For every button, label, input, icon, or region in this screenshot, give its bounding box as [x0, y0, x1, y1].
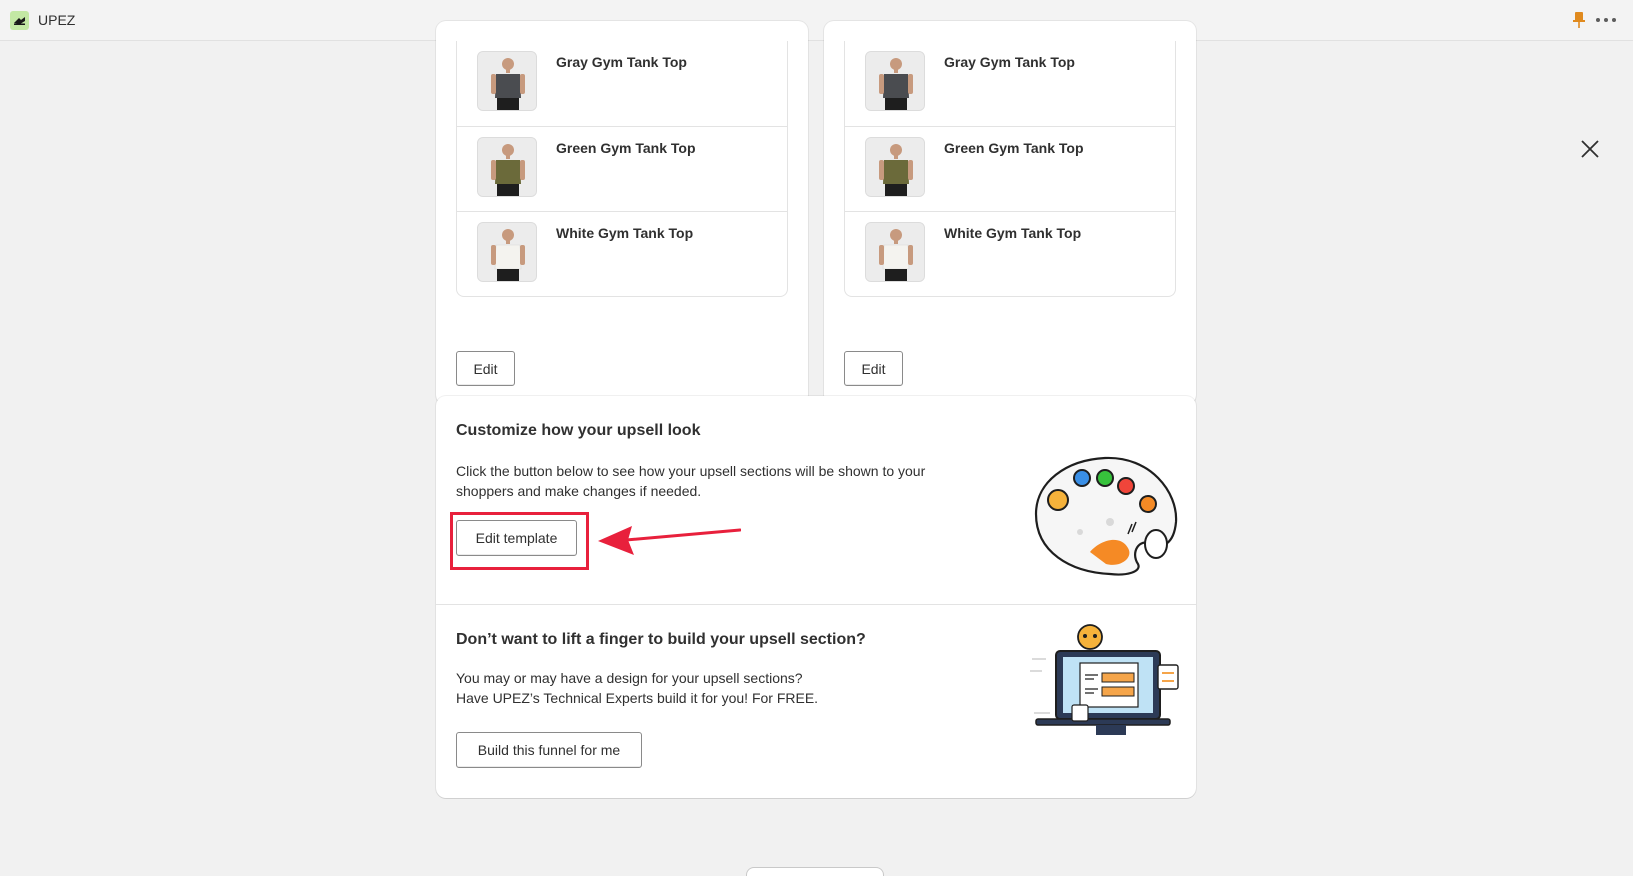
build-line1: You may or may have a design for your up… [456, 670, 803, 686]
upsell-column-card: Gray Gym Tank Top Green Gym Tank Top Whi… [436, 21, 808, 405]
app-header: UPEZ [0, 0, 1633, 41]
shirt-shape [495, 74, 521, 98]
product-list: Gray Gym Tank Top Green Gym Tank Top Whi… [844, 41, 1176, 297]
product-row: Green Gym Tank Top [457, 126, 787, 211]
product-name: White Gym Tank Top [944, 225, 1082, 241]
customize-description-line2: shoppers and make changes if needed. [456, 483, 702, 499]
shirt-shape [494, 244, 522, 270]
product-row: Green Gym Tank Top [845, 126, 1175, 211]
product-row: Gray Gym Tank Top [457, 41, 787, 126]
upsell-column-card: Gray Gym Tank Top Green Gym Tank Top Whi… [824, 21, 1196, 405]
customize-card: Customize how your upsell look Click the… [436, 396, 1196, 798]
main-content: Gray Gym Tank Top Green Gym Tank Top Whi… [0, 21, 1633, 876]
computer-illustration-icon [1030, 624, 1179, 735]
close-icon[interactable] [1580, 139, 1600, 159]
pin-icon[interactable] [1572, 11, 1586, 29]
product-image [865, 222, 925, 282]
product-name: White Gym Tank Top [556, 225, 694, 241]
build-line2: Have UPEZ’s Technical Experts build it f… [456, 690, 819, 706]
product-row: White Gym Tank Top [457, 211, 787, 296]
edit-template-button[interactable]: Edit template [456, 520, 577, 556]
shirt-shape [883, 74, 909, 98]
shirt-shape [495, 160, 521, 184]
product-image [865, 137, 925, 197]
product-row: Gray Gym Tank Top [845, 41, 1175, 126]
product-image [477, 222, 537, 282]
product-list: Gray Gym Tank Top Green Gym Tank Top Whi… [456, 41, 788, 297]
customize-title: Customize how your upsell look [456, 422, 701, 439]
build-title: Don’t want to lift a finger to build you… [456, 631, 866, 648]
product-image [477, 51, 537, 111]
product-row: White Gym Tank Top [845, 211, 1175, 296]
palette-illustration-icon [1034, 456, 1178, 576]
product-name: Gray Gym Tank Top [556, 54, 687, 70]
product-image [865, 51, 925, 111]
more-icon[interactable] [1596, 11, 1616, 29]
footer-button[interactable] [746, 867, 884, 876]
product-name: Gray Gym Tank Top [944, 54, 1075, 70]
app-logo-icon [10, 11, 29, 30]
shirt-shape [882, 244, 910, 270]
shirt-shape [883, 160, 909, 184]
app-name: UPEZ [38, 12, 76, 28]
arrow-icon [598, 526, 741, 555]
edit-button[interactable]: Edit [456, 351, 515, 386]
section-divider [436, 604, 1196, 605]
product-name: Green Gym Tank Top [556, 140, 696, 156]
product-image [477, 137, 537, 197]
edit-button[interactable]: Edit [844, 351, 903, 386]
product-name: Green Gym Tank Top [944, 140, 1084, 156]
customize-description-line1: Click the button below to see how your u… [456, 463, 926, 479]
build-funnel-button[interactable]: Build this funnel for me [456, 732, 642, 768]
